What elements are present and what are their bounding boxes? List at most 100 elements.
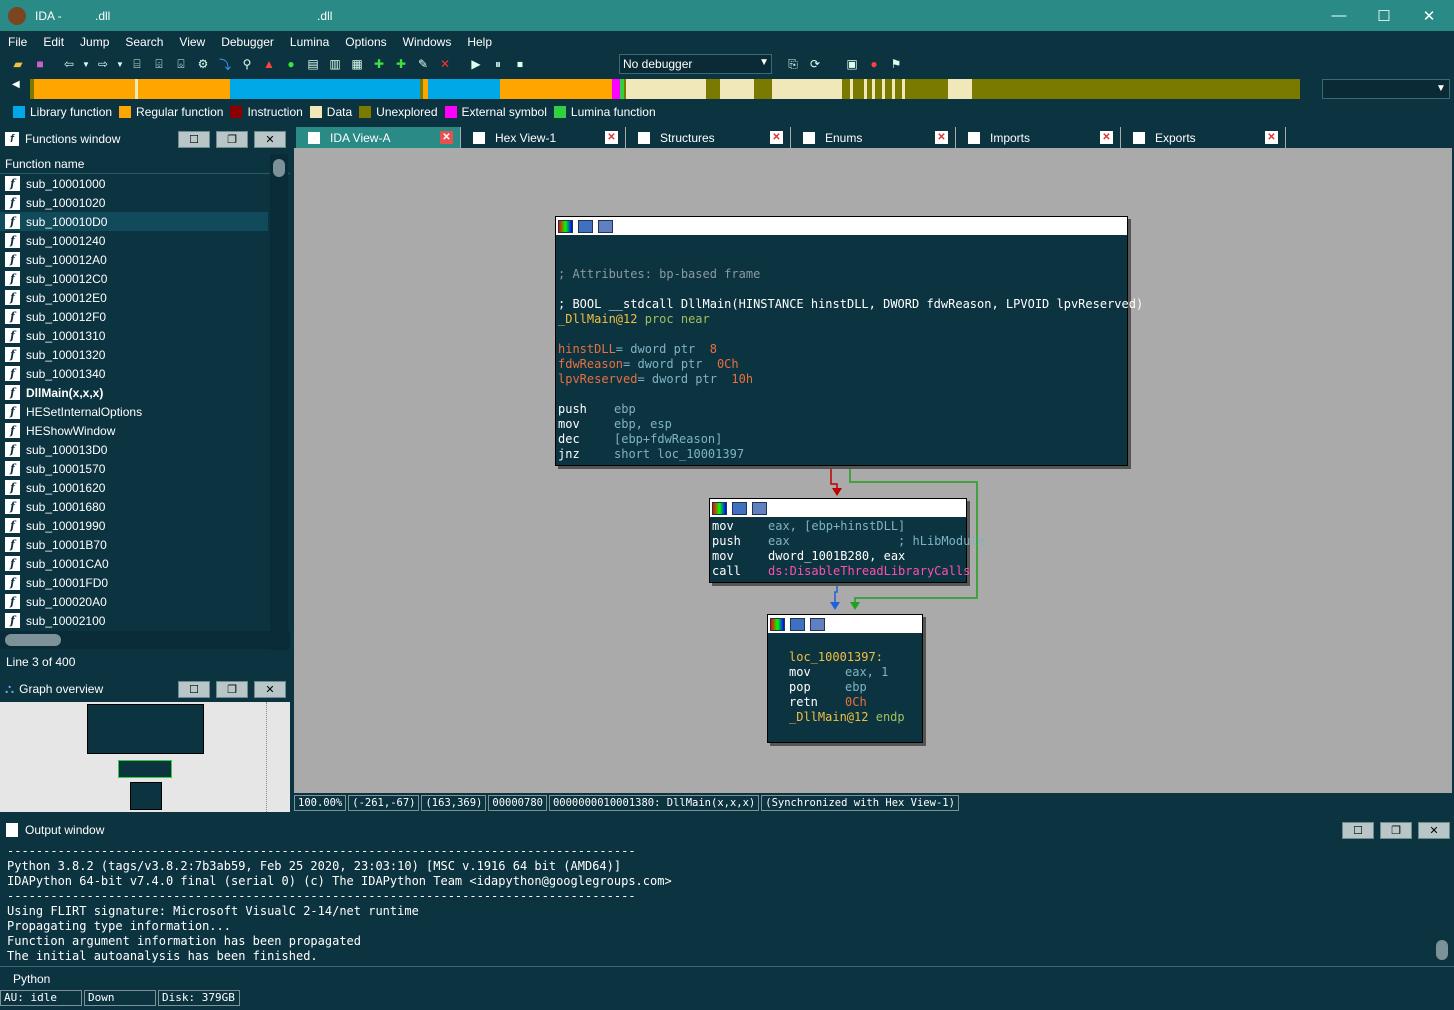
nav-combo-chevron-icon[interactable]: ▼ xyxy=(1436,83,1446,94)
var-name[interactable]: lpvReserved xyxy=(558,372,637,386)
function-row[interactable]: f sub_10001240 xyxy=(0,231,268,250)
refresh-icon[interactable]: ⟳ xyxy=(805,54,825,74)
menu-file[interactable]: File xyxy=(0,35,35,49)
add-breakpoint-icon[interactable]: ● xyxy=(864,54,884,74)
close-icon[interactable]: ✕ xyxy=(935,131,948,144)
nav-combo[interactable] xyxy=(1322,79,1450,99)
var-name[interactable]: fdwReason xyxy=(558,357,623,371)
color-icon[interactable] xyxy=(712,501,727,515)
color-icon[interactable] xyxy=(770,617,785,631)
make-string-icon[interactable]: ▦ xyxy=(347,54,367,74)
edit-icon[interactable] xyxy=(732,501,747,515)
function-row[interactable]: f sub_100012C0 xyxy=(0,269,268,288)
jump-code-icon[interactable]: ⌸ xyxy=(127,54,147,74)
var-name[interactable]: hinstDLL xyxy=(558,342,616,356)
menu-debugger[interactable]: Debugger xyxy=(213,35,282,49)
edit-icon[interactable] xyxy=(578,219,593,233)
collapse-icon[interactable] xyxy=(752,501,767,515)
minimize-button[interactable]: — xyxy=(1316,0,1362,31)
function-row[interactable]: f sub_10001570 xyxy=(0,459,268,478)
make-data-icon[interactable]: ▥ xyxy=(325,54,345,74)
forward-dropdown-icon[interactable]: ▼ xyxy=(115,54,125,74)
graph-overview-canvas[interactable] xyxy=(0,702,290,812)
tab-exports[interactable]: Exports ✕ xyxy=(1121,127,1286,149)
rename-icon[interactable]: ✎ xyxy=(413,54,433,74)
debugger-select[interactable]: No debugger ▼ xyxy=(619,54,772,74)
graph-node-entry[interactable]: ; Attributes: bp-based frame ; BOOL __st… xyxy=(555,216,1143,466)
close-icon[interactable]: ✕ xyxy=(1100,131,1113,144)
back-icon[interactable]: ⇦ xyxy=(59,54,79,74)
close-icon[interactable]: ✕ xyxy=(1265,131,1278,144)
save-icon[interactable]: ■ xyxy=(30,54,50,74)
search-binary-icon[interactable]: ⚙ xyxy=(193,54,213,74)
color-icon[interactable] xyxy=(558,219,573,233)
jump-unexplored-icon[interactable]: ⌺ xyxy=(171,54,191,74)
jump-arrow-icon[interactable]: ⤵ xyxy=(215,54,235,74)
open-icon[interactable]: ▰ xyxy=(8,54,28,74)
attach-process-icon[interactable]: ⎘ xyxy=(783,54,803,74)
pane-close-button[interactable]: ✕ xyxy=(1418,822,1450,839)
function-row[interactable]: f HESetInternalOptions xyxy=(0,402,268,421)
graph-node-exit[interactable]: loc_10001397: mov eax, 1 pop ebp retn 0Ch _… xyxy=(767,614,923,743)
output-scrollbar[interactable] xyxy=(1436,940,1448,960)
menu-help[interactable]: Help xyxy=(459,35,500,49)
python-lang-button[interactable]: Python xyxy=(5,970,57,988)
tab-hex-view[interactable]: Hex View-1 ✕ xyxy=(461,127,626,149)
forward-icon[interactable]: ⇨ xyxy=(93,54,113,74)
function-row[interactable]: f sub_10001CA0 xyxy=(0,554,268,573)
pane-close-button[interactable]: ✕ xyxy=(254,131,286,148)
breakpoints-icon[interactable]: ▣ xyxy=(842,54,862,74)
menu-options[interactable]: Options xyxy=(337,35,394,49)
tab-ida-view-a[interactable]: IDA View-A ✕ xyxy=(296,127,461,149)
collapse-icon[interactable] xyxy=(598,219,613,233)
undefine-icon[interactable]: ✕ xyxy=(435,54,455,74)
tracing-icon[interactable]: ⚑ xyxy=(886,54,906,74)
make-array-icon[interactable]: ✚ xyxy=(369,54,389,74)
function-row[interactable]: f sub_100020A0 xyxy=(0,592,268,611)
function-row[interactable]: f sub_10001310 xyxy=(0,326,268,345)
pane-close-button[interactable]: ✕ xyxy=(254,681,286,698)
python-input-line[interactable]: Python xyxy=(0,966,1454,988)
start-debugger-icon[interactable]: ▶ xyxy=(466,54,486,74)
function-row[interactable]: f sub_10001020 xyxy=(0,193,268,212)
function-row[interactable]: f sub_100012A0 xyxy=(0,250,268,269)
search-text-icon[interactable]: ⚲ xyxy=(237,54,257,74)
menu-search[interactable]: Search xyxy=(117,35,171,49)
menu-lumina[interactable]: Lumina xyxy=(282,35,337,49)
horizontal-scrollbar[interactable] xyxy=(0,631,290,649)
graph-node-init[interactable]: mov eax, [ebp+hinstDLL] push eax ; hLibMod… xyxy=(709,498,985,583)
function-row[interactable]: f DllMain(x,x,x) xyxy=(0,383,268,402)
tab-structures[interactable]: Structures ✕ xyxy=(626,127,791,149)
run-analysis-icon[interactable]: ● xyxy=(281,54,301,74)
collapse-icon[interactable] xyxy=(810,617,825,631)
graph-view[interactable]: ; Attributes: bp-based frame ; BOOL __st… xyxy=(294,148,1452,793)
jump-data-icon[interactable]: ⌹ xyxy=(149,54,169,74)
close-icon[interactable]: ✕ xyxy=(440,131,453,144)
proc-label[interactable]: _DllMain@12 xyxy=(558,312,637,326)
pane-float-button[interactable]: ❐ xyxy=(1380,822,1412,839)
tab-enums[interactable]: Enums ✕ xyxy=(791,127,956,149)
pane-maximize-button[interactable]: ☐ xyxy=(178,131,210,148)
pane-float-button[interactable]: ❐ xyxy=(216,131,248,148)
pane-maximize-button[interactable]: ☐ xyxy=(1342,822,1374,839)
loc-label[interactable]: loc_10001397: xyxy=(789,650,922,665)
function-row[interactable]: f sub_10001FD0 xyxy=(0,573,268,592)
column-header[interactable]: Function name xyxy=(0,154,290,174)
tab-imports[interactable]: Imports ✕ xyxy=(956,127,1121,149)
menu-jump[interactable]: Jump xyxy=(72,35,117,49)
close-icon[interactable]: ✕ xyxy=(770,131,783,144)
back-dropdown-icon[interactable]: ▼ xyxy=(81,54,91,74)
function-row[interactable]: f sub_10002100 xyxy=(0,611,268,630)
function-row[interactable]: f sub_100013D0 xyxy=(0,440,268,459)
nav-left-arrow-icon[interactable]: ◀ xyxy=(12,79,22,99)
menu-edit[interactable]: Edit xyxy=(35,35,72,49)
function-row[interactable]: f sub_10001340 xyxy=(0,364,268,383)
make-code-icon[interactable]: ▤ xyxy=(303,54,323,74)
graph-warning-icon[interactable]: ▲ xyxy=(259,54,279,74)
maximize-button[interactable]: ☐ xyxy=(1361,0,1407,31)
function-row[interactable]: f sub_100012F0 xyxy=(0,307,268,326)
navigation-band[interactable] xyxy=(30,79,1300,99)
function-row[interactable]: f sub_100010D0 xyxy=(0,212,268,231)
edit-icon[interactable] xyxy=(790,617,805,631)
function-row[interactable]: f HEShowWindow xyxy=(0,421,268,440)
